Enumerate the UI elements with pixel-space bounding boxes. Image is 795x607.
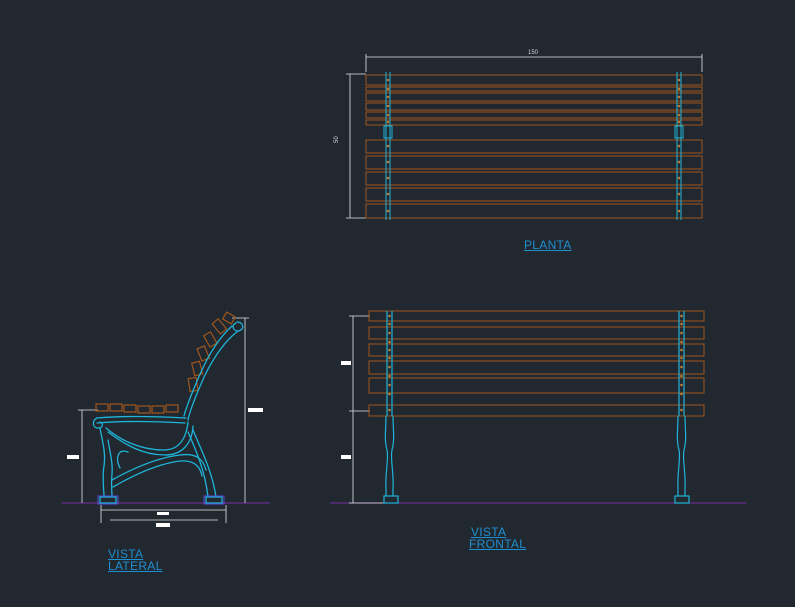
plan-width-dimension-text: 150 (528, 50, 539, 56)
front-view-title-line2: FRONTAL (469, 537, 527, 551)
cad-drawing-canvas (62, 54, 746, 527)
side-dimension-text-marks (67, 408, 263, 527)
side-seat-slats (95, 403, 179, 414)
plan-view (346, 54, 703, 220)
plan-view-title: PLANTA (524, 238, 572, 252)
front-dimension-text-marks (341, 361, 351, 459)
plan-width-dimension (365, 54, 703, 72)
front-iron-legs (383, 311, 690, 504)
front-bolts (388, 314, 683, 412)
plan-bolts (386, 78, 681, 213)
front-view (330, 310, 746, 504)
plan-slats (365, 74, 703, 219)
plan-depth-dimension (346, 73, 366, 219)
plan-iron-supports (383, 72, 684, 220)
side-view-title-line2: LATERAL (108, 559, 163, 573)
plan-depth-dimension-text: 50 (334, 136, 340, 143)
front-back-slats (368, 310, 705, 417)
side-view (62, 311, 270, 527)
